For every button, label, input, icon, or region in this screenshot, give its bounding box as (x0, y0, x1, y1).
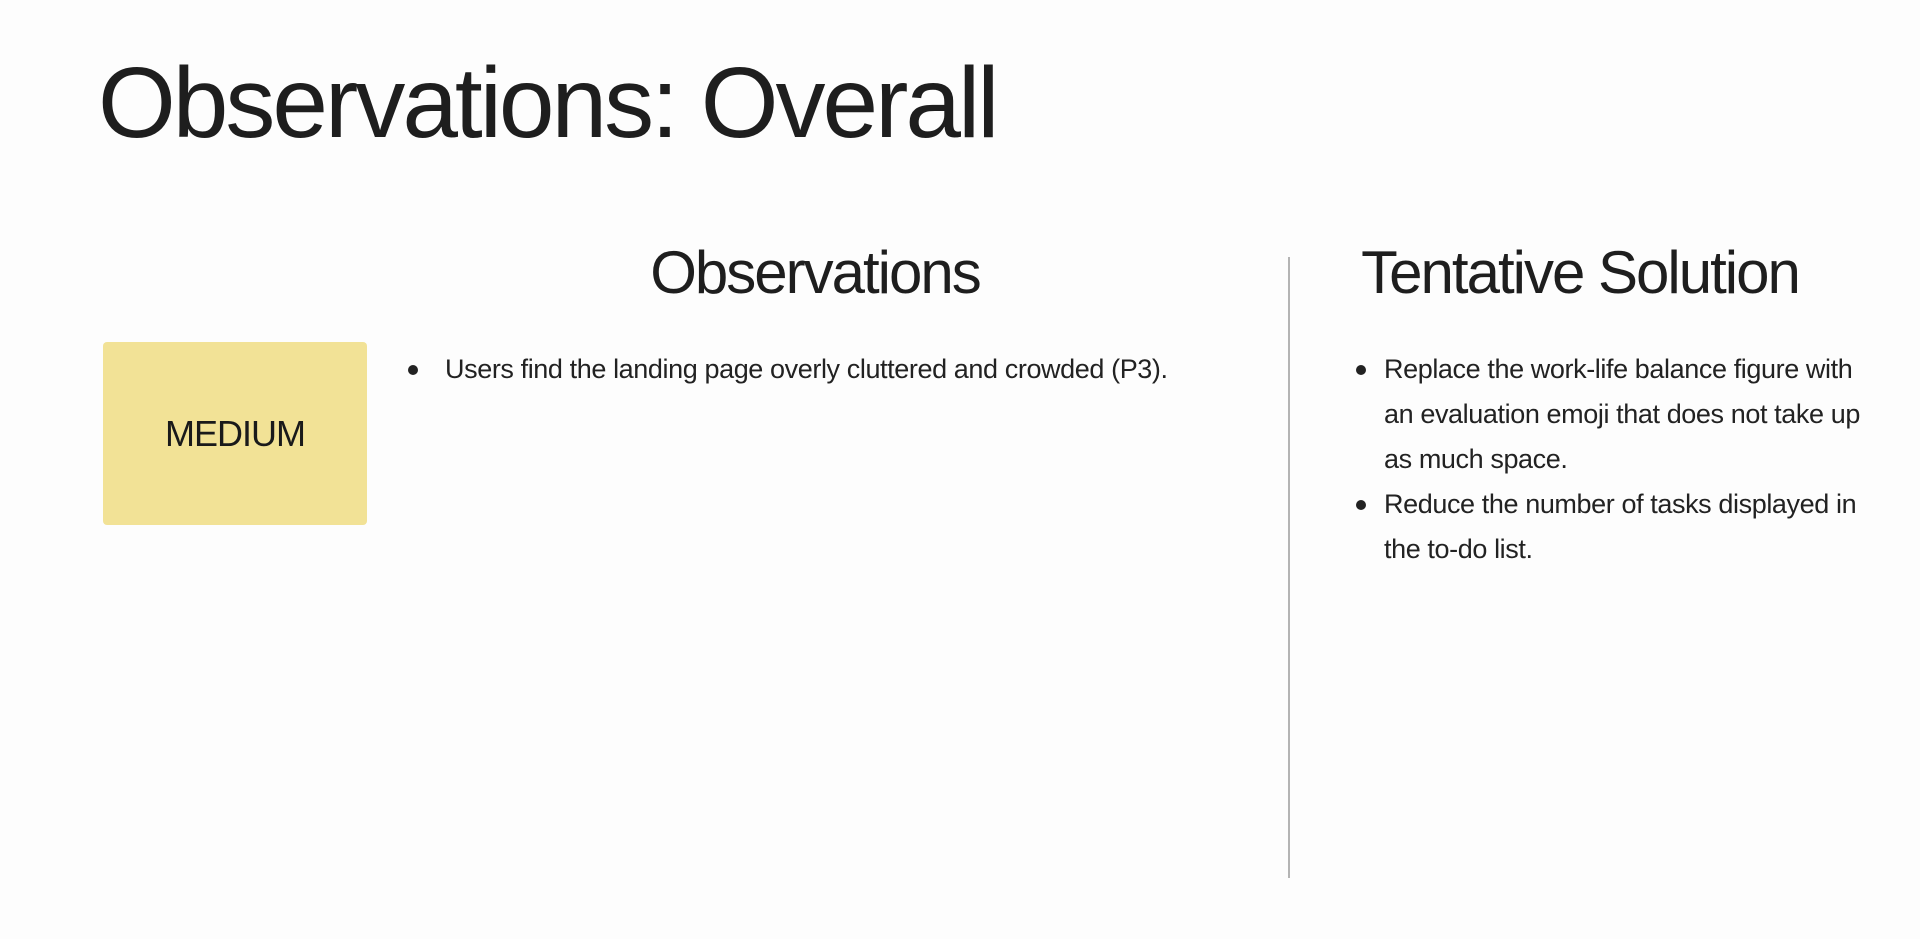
observation-item: Users find the landing page overly clutt… (408, 347, 1268, 392)
solution-item: Replace the work-life balance figure wit… (1356, 347, 1876, 482)
page-title: Observations: Overall (98, 47, 999, 159)
observations-heading: Observations (650, 239, 982, 306)
column-divider (1288, 257, 1290, 878)
tentative-solution-heading: Tentative Solution (1361, 239, 1801, 306)
severity-label: MEDIUM (165, 412, 306, 454)
solution-list: Replace the work-life balance figure wit… (1356, 347, 1876, 572)
observations-list: Users find the landing page overly clutt… (408, 347, 1268, 392)
solution-item: Reduce the number of tasks displayed in … (1356, 482, 1876, 572)
severity-badge: MEDIUM (103, 342, 367, 525)
